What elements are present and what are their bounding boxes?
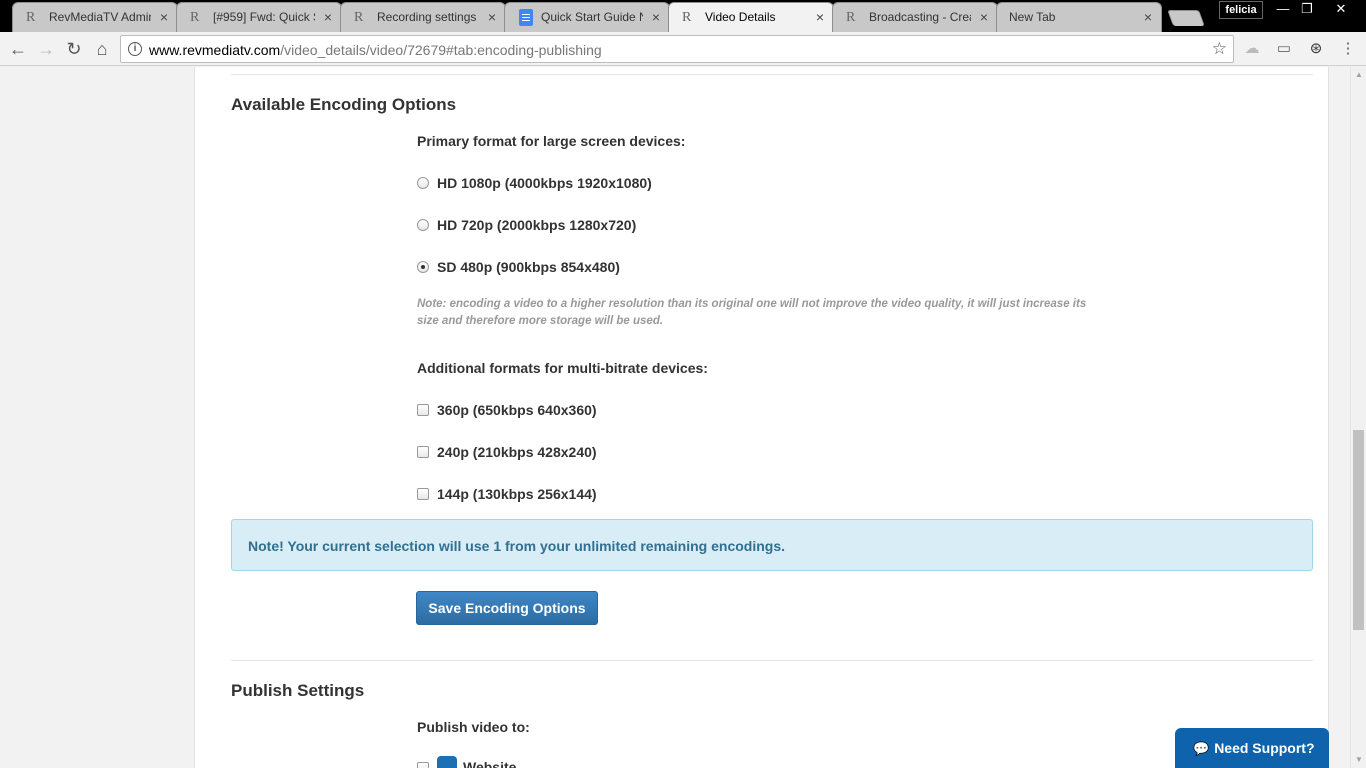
new-tab-button[interactable] (1167, 10, 1205, 26)
chat-icon: 💬 (1193, 741, 1210, 756)
scrollbar-thumb[interactable] (1353, 430, 1364, 630)
tab-fwd-quick[interactable]: R [#959] Fwd: Quick S × (176, 2, 342, 32)
tab-title: Broadcasting - Crea (869, 10, 971, 24)
url-text: www.revmediatv.com/video_details/video/7… (149, 42, 602, 58)
publish-to-label: Publish video to: (417, 719, 530, 735)
content-panel: Available Encoding Options Primary forma… (194, 67, 1329, 768)
cloud-icon[interactable]: ☁ (1242, 39, 1262, 59)
extension-icon[interactable]: ⊛ (1306, 39, 1326, 59)
encoding-note: Note: encoding a video to a higher resol… (417, 298, 1087, 327)
tab-revmediatv-admin[interactable]: R RevMediaTV Admin × (12, 2, 178, 32)
radio-button-selected[interactable] (417, 261, 429, 273)
tab-video-details[interactable]: R Video Details × (668, 2, 834, 32)
radio-button[interactable] (417, 219, 429, 231)
cast-icon[interactable]: ▭ (1274, 39, 1294, 59)
back-icon[interactable]: ← (6, 37, 30, 61)
tab-title: Quick Start Guide N (541, 10, 643, 24)
checkbox-option-144p[interactable]: 144p (130kbps 256x144) (417, 485, 597, 503)
close-icon[interactable]: × (980, 9, 988, 25)
scroll-up-arrow-icon[interactable]: ▲ (1351, 67, 1366, 83)
bookmark-star-icon[interactable]: ☆ (1212, 39, 1227, 59)
revmedia-favicon-icon: R (682, 10, 692, 25)
radio-option-720p[interactable]: HD 720p (2000kbps 1280x720) (417, 216, 636, 234)
tab-broadcasting[interactable]: R Broadcasting - Crea × (832, 2, 998, 32)
tab-recording-settings[interactable]: R Recording settings × (340, 2, 506, 32)
revmedia-favicon-icon: R (354, 10, 364, 25)
tab-title: RevMediaTV Admin (49, 10, 151, 24)
tab-title: New Tab (1009, 10, 1056, 24)
checkbox-option-240p[interactable]: 240p (210kbps 428x240) (417, 443, 597, 461)
close-icon[interactable]: × (488, 9, 496, 25)
tab-title: [#959] Fwd: Quick S (213, 10, 315, 24)
radio-option-480p[interactable]: SD 480p (900kbps 854x480) (417, 258, 620, 276)
radio-button[interactable] (417, 177, 429, 189)
additional-formats-label: Additional formats for multi-bitrate dev… (417, 360, 708, 376)
tab-title: Recording settings (377, 10, 477, 24)
google-docs-icon (519, 9, 533, 26)
tab-new-tab[interactable]: New Tab × (996, 2, 1162, 32)
checkbox[interactable] (417, 404, 429, 416)
menu-icon[interactable]: ⋮ (1338, 39, 1358, 59)
publish-heading: Publish Settings (231, 681, 365, 700)
close-icon[interactable]: × (1144, 9, 1152, 25)
divider (231, 660, 1313, 661)
publish-option-website[interactable] (417, 759, 429, 768)
encoding-heading: Available Encoding Options (231, 95, 457, 114)
reload-icon[interactable]: ↻ (62, 37, 86, 61)
need-support-button[interactable]: 💬 Need Support? (1175, 728, 1329, 768)
primary-format-label: Primary format for large screen devices: (417, 133, 686, 149)
restore-icon[interactable]: ❐ (1290, 0, 1324, 18)
revmedia-favicon-icon: R (26, 10, 36, 25)
revmedia-favicon-icon: R (846, 10, 856, 25)
close-icon[interactable]: × (324, 9, 332, 25)
address-bar[interactable]: i www.revmediatv.com/video_details/video… (120, 35, 1234, 63)
site-info-icon[interactable]: i (128, 42, 142, 56)
close-icon[interactable]: × (816, 9, 824, 25)
home-icon[interactable]: ⌂ (90, 37, 114, 61)
profile-button[interactable]: felicia (1219, 1, 1263, 19)
publish-option-label: Website (463, 759, 517, 768)
divider (231, 74, 1313, 75)
save-encoding-options-button[interactable]: Save Encoding Options (416, 591, 598, 625)
radio-option-1080p[interactable]: HD 1080p (4000kbps 1920x1080) (417, 174, 652, 192)
checkbox[interactable] (417, 488, 429, 500)
tab-title: Video Details (705, 10, 776, 24)
checkbox[interactable] (417, 446, 429, 458)
tab-quick-start-guide[interactable]: Quick Start Guide N × (504, 2, 670, 32)
page-scrollbar[interactable]: ▲ ▼ (1350, 67, 1366, 768)
page-viewport: Available Encoding Options Primary forma… (0, 67, 1350, 768)
website-icon (437, 756, 457, 768)
browser-tabstrip: R RevMediaTV Admin × R [#959] Fwd: Quick… (0, 0, 1366, 32)
close-icon[interactable]: × (652, 9, 660, 25)
close-icon[interactable]: × (160, 9, 168, 25)
close-window-icon[interactable]: ✕ (1324, 0, 1358, 18)
encoding-alert: Note! Your current selection will use 1 … (231, 519, 1313, 571)
revmedia-favicon-icon: R (190, 10, 200, 25)
forward-icon[interactable]: → (34, 37, 58, 61)
checkbox-option-360p[interactable]: 360p (650kbps 640x360) (417, 401, 597, 419)
browser-toolbar: ← → ↻ ⌂ i www.revmediatv.com/video_detai… (0, 32, 1366, 66)
scroll-down-arrow-icon[interactable]: ▼ (1351, 752, 1366, 768)
checkbox[interactable] (417, 762, 429, 768)
